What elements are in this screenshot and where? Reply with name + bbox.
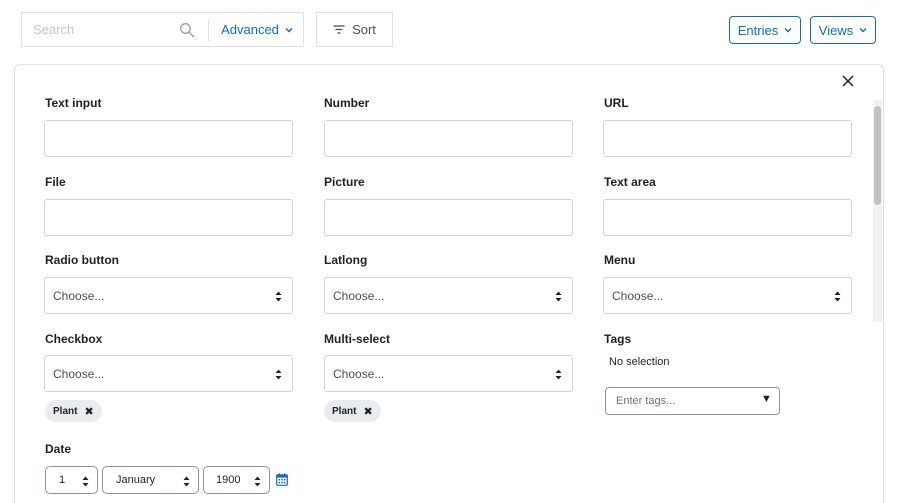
close-icon[interactable] xyxy=(841,74,855,88)
multiselect-label: Multi-select xyxy=(324,332,391,346)
chip-label: Plant xyxy=(332,405,357,417)
sort-button[interactable]: Sort xyxy=(316,12,393,47)
latlong-select[interactable]: Choose... xyxy=(324,277,573,314)
menu-label: Menu xyxy=(604,253,636,267)
sort-label: Sort xyxy=(352,22,376,37)
picture-field[interactable] xyxy=(324,199,573,236)
multiselect-select-value: Choose... xyxy=(333,366,385,381)
select-arrows-icon xyxy=(82,476,89,487)
calendar-icon[interactable] xyxy=(276,473,288,486)
url-label: URL xyxy=(604,96,629,110)
select-arrows-icon xyxy=(183,476,190,487)
checkbox-label: Checkbox xyxy=(45,332,103,346)
number-label: Number xyxy=(324,96,370,110)
date-label: Date xyxy=(45,442,72,456)
select-arrows-icon xyxy=(275,291,282,302)
text-input-field[interactable] xyxy=(44,120,293,157)
select-arrows-icon xyxy=(555,291,562,302)
entries-label: Entries xyxy=(737,22,779,38)
tags-no-selection: No selection xyxy=(609,356,670,368)
advanced-search-label: Advanced xyxy=(221,22,279,37)
menu-select-value: Choose... xyxy=(612,288,664,303)
scrollbar-thumb[interactable] xyxy=(874,106,881,205)
views-button[interactable]: Views xyxy=(810,16,876,44)
latlong-label: Latlong xyxy=(324,253,368,267)
chevron-down-icon xyxy=(784,28,792,33)
multiselect-selected-chip[interactable]: Plant ✖ xyxy=(324,400,381,422)
number-field[interactable] xyxy=(324,120,573,157)
select-arrows-icon xyxy=(834,291,841,302)
date-year-value: 1900 xyxy=(216,474,241,486)
radio-button-select-value: Choose... xyxy=(53,288,105,303)
chevron-down-icon xyxy=(285,27,293,32)
tags-input-group: ▼ xyxy=(605,387,780,415)
picture-label: Picture xyxy=(324,175,365,189)
search-group: Advanced xyxy=(21,12,304,47)
date-day-select[interactable]: 1 xyxy=(45,466,98,494)
menu-select[interactable]: Choose... xyxy=(603,277,852,314)
chip-label: Plant xyxy=(53,405,78,417)
entries-button[interactable]: Entries xyxy=(729,16,801,44)
radio-button-select[interactable]: Choose... xyxy=(44,277,293,314)
advanced-search-button[interactable]: Advanced xyxy=(210,13,304,46)
select-arrows-icon xyxy=(555,369,562,380)
checkbox-select[interactable]: Choose... xyxy=(44,355,293,392)
url-field[interactable] xyxy=(603,120,852,157)
file-label: File xyxy=(45,175,66,189)
search-icon[interactable] xyxy=(179,22,195,38)
tags-input[interactable] xyxy=(606,388,756,414)
chevron-down-icon xyxy=(859,28,867,33)
date-month-value: January xyxy=(116,474,156,486)
remove-icon[interactable]: ✖ xyxy=(84,405,93,418)
checkbox-selected-chip[interactable]: Plant ✖ xyxy=(45,400,102,422)
sort-icon xyxy=(333,25,345,34)
search-divider xyxy=(208,19,209,41)
textarea-label: Text area xyxy=(604,175,656,189)
date-year-select[interactable]: 1900 xyxy=(203,466,270,494)
date-day-value: 1 xyxy=(59,474,66,486)
radio-button-label: Radio button xyxy=(45,253,119,267)
tags-label: Tags xyxy=(604,332,632,346)
textarea-field[interactable] xyxy=(603,199,852,236)
latlong-select-value: Choose... xyxy=(333,288,385,303)
select-arrows-icon xyxy=(254,476,261,487)
views-label: Views xyxy=(818,22,854,38)
text-input-label: Text input xyxy=(45,96,102,110)
multiselect-select[interactable]: Choose... xyxy=(324,355,573,392)
file-field[interactable] xyxy=(44,199,293,236)
date-month-select[interactable]: January xyxy=(102,466,199,494)
tags-dropdown-arrow-icon[interactable]: ▼ xyxy=(761,393,772,405)
select-arrows-icon xyxy=(275,369,282,380)
remove-icon[interactable]: ✖ xyxy=(363,405,372,418)
checkbox-select-value: Choose... xyxy=(53,366,105,381)
